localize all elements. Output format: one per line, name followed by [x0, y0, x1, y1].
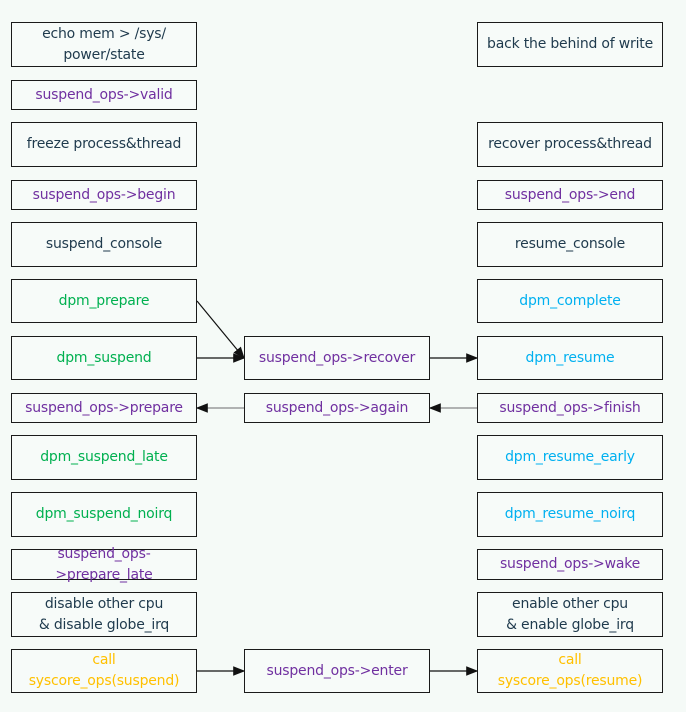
- box-recover: suspend_ops->recover: [244, 336, 430, 380]
- box-enter: suspend_ops->enter: [244, 649, 430, 693]
- box-freeze: freeze process&thread: [11, 122, 197, 167]
- box-finish: suspend_ops->finish: [477, 393, 663, 423]
- box-dpm-complete: dpm_complete: [477, 279, 663, 323]
- box-prepare: suspend_ops->prepare: [11, 393, 197, 423]
- box-wake: suspend_ops->wake: [477, 549, 663, 580]
- box-valid: suspend_ops->valid: [11, 80, 197, 110]
- box-write-back: back the behind of write: [477, 22, 663, 67]
- box-disable-cpu: disable other cpu & disable globe_irq: [11, 592, 197, 637]
- box-echo-mem: echo mem > /sys/ power/state: [11, 22, 197, 67]
- box-dpm-suspend: dpm_suspend: [11, 336, 197, 380]
- box-resume-console: resume_console: [477, 222, 663, 267]
- box-dpm-resume: dpm_resume: [477, 336, 663, 380]
- box-dpm-resume-early: dpm_resume_early: [477, 435, 663, 480]
- box-end: suspend_ops->end: [477, 180, 663, 210]
- box-syscore-suspend: call syscore_ops(suspend): [11, 649, 197, 693]
- box-dpm-prepare: dpm_prepare: [11, 279, 197, 323]
- box-again: suspend_ops->again: [244, 393, 430, 423]
- box-begin: suspend_ops->begin: [11, 180, 197, 210]
- box-syscore-resume: call syscore_ops(resume): [477, 649, 663, 693]
- arrow-dpm-prepare-to-recover: [196, 300, 245, 359]
- box-suspend-console: suspend_console: [11, 222, 197, 267]
- box-enable-cpu: enable other cpu & enable globe_irq: [477, 592, 663, 637]
- box-dpm-suspend-late: dpm_suspend_late: [11, 435, 197, 480]
- box-recover-thread: recover process&thread: [477, 122, 663, 167]
- box-dpm-resume-noirq: dpm_resume_noirq: [477, 492, 663, 537]
- box-prepare-late: suspend_ops- >prepare_late: [11, 546, 197, 583]
- box-dpm-suspend-noirq: dpm_suspend_noirq: [11, 492, 197, 537]
